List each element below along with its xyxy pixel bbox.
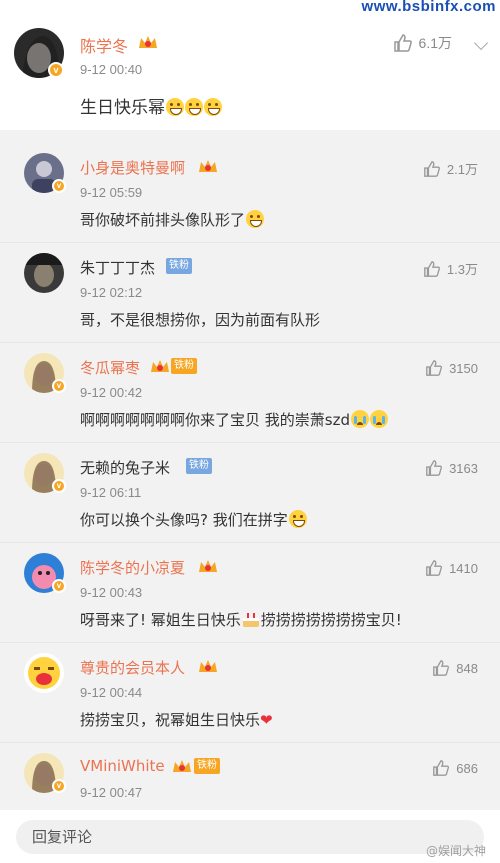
- like-count: 6.1万: [418, 35, 452, 51]
- like-button[interactable]: 848: [432, 659, 478, 677]
- comment-time: 9-12 00:42: [80, 385, 143, 400]
- verified-badge-icon: v: [52, 779, 66, 793]
- commenter-name[interactable]: 无赖的兔子米: [80, 457, 170, 478]
- comment-time: 9-12 00:44: [80, 685, 143, 700]
- comment-text-label: 捞捞宝贝，祝幂姐生日快乐: [80, 711, 261, 729]
- commenter-name[interactable]: 小身是奥特曼啊: [80, 157, 185, 178]
- avatar[interactable]: [24, 653, 64, 693]
- comment-text-label: 啊啊啊啊啊啊啊你来了宝贝 我的崇萧szd: [80, 411, 350, 429]
- comment-item: v 陈学冬的小凉夏 9-12 00:43 呀哥来了! 幂姐生日快乐 捞捞捞捞捞捞捞…: [0, 543, 500, 643]
- post-text: 生日快乐幂: [80, 93, 222, 118]
- commenter-name[interactable]: VMiniWhite: [80, 757, 165, 775]
- crying-emoji-icon: [369, 410, 388, 428]
- chevron-down-icon[interactable]: [473, 35, 489, 51]
- like-button[interactable]: 1.3万: [423, 259, 478, 278]
- verified-badge-icon: v: [52, 579, 66, 593]
- verified-badge-icon: v: [52, 479, 66, 493]
- comment-item: v 冬瓜幂枣 铁粉 9-12 00:42 啊啊啊啊啊啊啊你来了宝贝 我的崇萧sz…: [0, 343, 500, 443]
- commenter-name[interactable]: 陈学冬的小凉夏: [80, 557, 185, 578]
- like-count: 1410: [449, 560, 478, 576]
- thumbs-up-icon: [433, 660, 450, 676]
- crying-emoji-icon: [350, 410, 369, 428]
- comment-time: 9-12 02:12: [80, 285, 143, 300]
- heart-icon: ❤: [260, 711, 273, 729]
- comment-text-label: 哥你破坏前排头像队形了: [80, 211, 246, 229]
- verified-badge-icon: v: [48, 62, 64, 78]
- comment-text: 啊啊啊啊啊啊啊你来了宝贝 我的崇萧szd: [80, 409, 388, 430]
- commenter-name[interactable]: 朱丁丁丁杰: [80, 257, 155, 278]
- comment-time: 9-12 05:59: [80, 185, 143, 200]
- post-text-label: 生日快乐幂: [80, 98, 165, 118]
- site-watermark: www.bsbinfx.com: [361, 0, 496, 15]
- like-count: 3150: [449, 360, 478, 376]
- comment-item: 朱丁丁丁杰 铁粉 9-12 02:12 哥，不是很想捞你，因为前面有队形 1.3…: [0, 243, 500, 343]
- comment-item: v VMiniWhite 铁粉 9-12 00:47 686: [0, 743, 500, 813]
- thumbs-up-icon: [393, 34, 412, 52]
- like-button[interactable]: 2.1万: [423, 159, 478, 178]
- grin-emoji-icon: [288, 510, 307, 528]
- comment-item: v 小身是奥特曼啊 9-12 05:59 哥你破坏前排头像队形了 2.1万: [0, 143, 500, 243]
- comment-item: v 无赖的兔子米 铁粉 9-12 06:11 你可以换个头像吗? 我们在拼字 3…: [0, 443, 500, 543]
- main-post: v 陈学冬 9-12 00:40 生日快乐幂 6.1万: [0, 0, 500, 130]
- thumbs-up-icon: [426, 460, 443, 476]
- like-count: 686: [456, 760, 478, 776]
- thumbs-up-icon: [426, 560, 443, 576]
- reply-input[interactable]: 回复评论: [16, 820, 484, 854]
- grin-emoji-icon: [204, 98, 222, 116]
- comment-text: 呀哥来了! 幂姐生日快乐 捞捞捞捞捞捞捞宝贝!: [80, 609, 402, 630]
- thumbs-up-icon: [424, 160, 440, 177]
- bottom-watermark: @娱闻大神: [425, 844, 486, 858]
- like-button[interactable]: 3150: [425, 359, 478, 377]
- post-time: 9-12 00:40: [80, 62, 143, 77]
- like-button[interactable]: 3163: [425, 459, 478, 477]
- verified-badge-icon: v: [52, 179, 66, 193]
- fan-badge: 铁粉: [171, 358, 197, 374]
- comment-text-label: 你可以换个头像吗? 我们在拼字: [80, 511, 288, 529]
- thumbs-up-icon: [424, 260, 440, 277]
- crown-icon: [173, 760, 191, 772]
- like-count: 848: [456, 660, 478, 676]
- thumbs-up-icon: [426, 360, 443, 376]
- comment-text: 哥你破坏前排头像队形了: [80, 209, 265, 230]
- like-button[interactable]: 686: [432, 759, 478, 777]
- crown-icon: [139, 36, 157, 48]
- comment-text: 捞捞宝贝，祝幂姐生日快乐❤: [80, 709, 273, 730]
- crown-icon: [151, 360, 169, 372]
- fan-badge: 铁粉: [186, 458, 212, 474]
- commenter-name[interactable]: 尊贵的会员本人: [80, 657, 185, 678]
- comment-text: 哥，不是很想捞你，因为前面有队形: [80, 311, 321, 329]
- crown-icon: [199, 560, 217, 572]
- grin-emoji-icon: [166, 98, 184, 116]
- comment-time: 9-12 00:43: [80, 585, 143, 600]
- verified-badge-icon: v: [52, 379, 66, 393]
- comment-item: 尊贵的会员本人 9-12 00:44 捞捞宝贝，祝幂姐生日快乐❤ 848: [0, 643, 500, 743]
- fan-badge: 铁粉: [194, 758, 220, 774]
- thumbs-up-icon: [433, 760, 450, 776]
- grin-emoji-icon: [246, 210, 265, 228]
- author-name[interactable]: 陈学冬: [80, 33, 128, 57]
- like-count: 2.1万: [446, 162, 478, 177]
- comment-time: 9-12 06:11: [80, 485, 142, 500]
- comment-time: 9-12 00:47: [80, 785, 143, 800]
- grin-emoji-icon: [185, 98, 203, 116]
- commenter-name[interactable]: 冬瓜幂枣: [80, 357, 140, 378]
- crown-icon: [199, 660, 217, 672]
- birthday-cake-icon: [242, 613, 259, 627]
- avatar[interactable]: [24, 253, 64, 293]
- fan-badge: 铁粉: [166, 258, 192, 274]
- comment-text-label: 呀哥来了! 幂姐生日快乐: [80, 611, 241, 629]
- comment-text: 你可以换个头像吗? 我们在拼字: [80, 509, 307, 530]
- comment-text-label: 捞捞捞捞捞捞捞宝贝!: [260, 611, 402, 629]
- like-count: 3163: [449, 460, 478, 476]
- like-button[interactable]: 6.1万: [393, 33, 452, 53]
- like-count: 1.3万: [446, 262, 478, 277]
- like-button[interactable]: 1410: [425, 559, 478, 577]
- crown-icon: [199, 160, 217, 172]
